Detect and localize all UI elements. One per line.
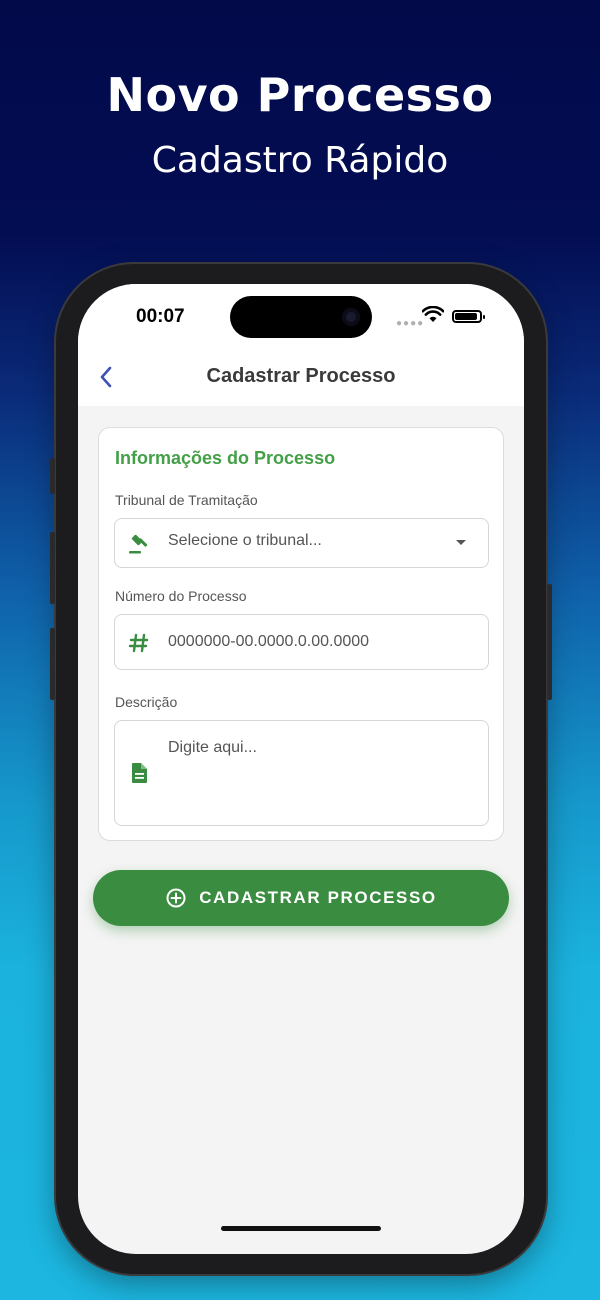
add-circle-icon <box>166 888 186 908</box>
home-indicator[interactable] <box>221 1226 381 1231</box>
front-camera-icon <box>342 308 360 326</box>
wifi-icon <box>422 306 444 322</box>
numero-input[interactable]: 0000000-00.0000.0.00.0000 <box>114 614 489 670</box>
process-info-card: Informações do Processo Tribunal de Tram… <box>98 427 504 841</box>
phone-volume-down-button <box>50 628 55 700</box>
numero-label: Número do Processo <box>115 588 247 604</box>
submit-button-label: CADASTRAR PROCESSO <box>199 888 437 907</box>
phone-screen: 00:07 ●●●● Cadastrar Processo Informaçõe… <box>78 284 524 1254</box>
dynamic-island <box>230 296 372 338</box>
phone-frame: 00:07 ●●●● Cadastrar Processo Informaçõe… <box>50 264 552 1274</box>
phone-volume-up-button <box>50 532 55 604</box>
status-time: 00:07 <box>136 306 185 327</box>
descricao-label: Descrição <box>115 694 178 710</box>
descricao-placeholder: Digite aqui... <box>168 739 257 756</box>
battery-icon <box>452 310 485 323</box>
gavel-icon <box>129 534 148 554</box>
tribunal-placeholder: Selecione o tribunal... <box>168 532 322 549</box>
tribunal-select[interactable]: Selecione o tribunal... <box>114 518 489 568</box>
phone-action-button <box>50 458 55 494</box>
promo-subtitle: Cadastro Rápido <box>151 140 449 181</box>
phone-power-button <box>547 584 552 700</box>
dropdown-arrow-icon <box>456 540 466 545</box>
status-bar: 00:07 ●●●● <box>78 284 524 348</box>
section-title: Informações do Processo <box>115 448 336 468</box>
signal-icon: ●●●● <box>396 318 425 329</box>
numero-placeholder: 0000000-00.0000.0.00.0000 <box>168 633 370 650</box>
submit-button[interactable]: CADASTRAR PROCESSO <box>93 870 509 926</box>
page-title: Cadastrar Processo <box>206 365 396 387</box>
promo-title: Novo Processo <box>106 68 494 122</box>
hash-icon <box>128 633 149 653</box>
tribunal-label: Tribunal de Tramitação <box>115 492 258 508</box>
document-icon <box>132 763 147 783</box>
navigation-bar: Cadastrar Processo <box>78 348 524 406</box>
descricao-textarea[interactable]: Digite aqui... <box>114 720 489 826</box>
